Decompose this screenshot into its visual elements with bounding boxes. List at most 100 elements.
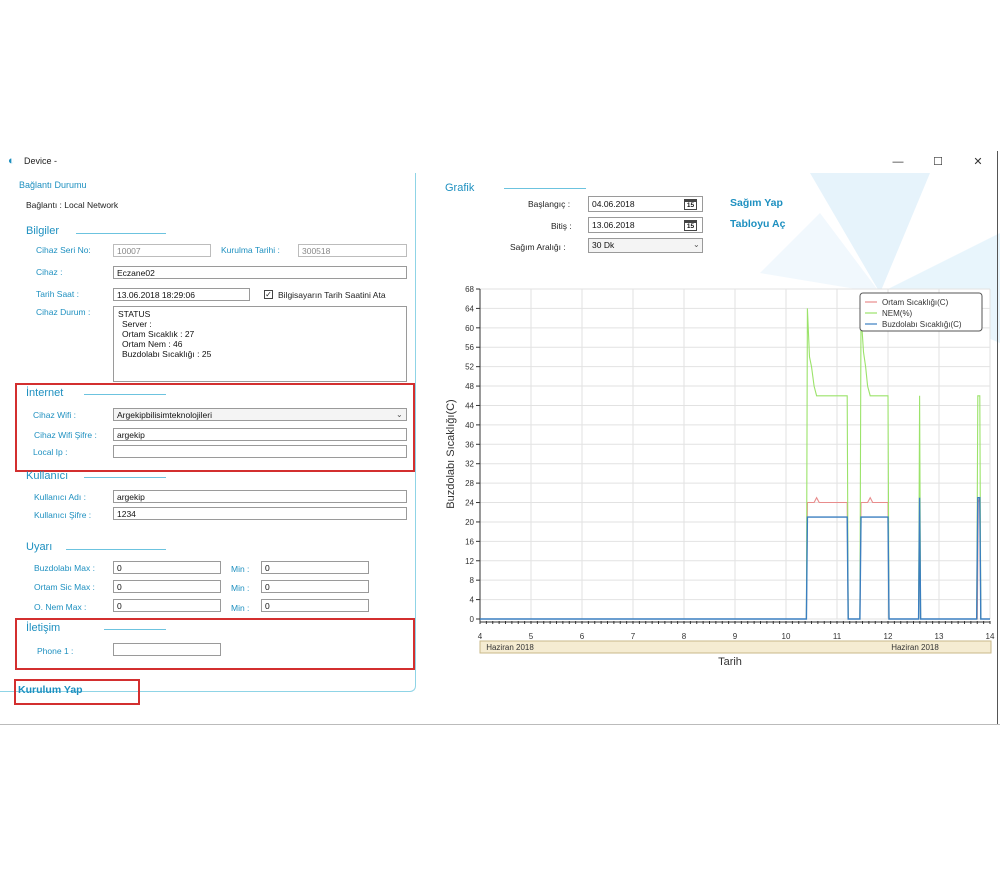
fridge-max-field[interactable]: 0 <box>113 561 221 574</box>
device-field[interactable]: Eczane02 <box>113 266 407 279</box>
fridge-min-label: Min : <box>231 564 250 574</box>
interval-select[interactable]: 30 Dk <box>588 238 703 253</box>
device-window: ◐ Device - — ☐ ✕ Bağlantı Durumu Bağlant… <box>0 151 1000 725</box>
y-tick-label: 32 <box>465 460 474 469</box>
ambient-max-label: Ortam Sic Max : <box>34 582 95 592</box>
window-edge <box>997 151 998 724</box>
month-label: Haziran 2018 <box>486 643 534 652</box>
status-line: Ortam Sıcaklık : 27 <box>122 329 195 339</box>
y-tick-label: 20 <box>465 518 474 527</box>
calendar-icon[interactable]: 15 <box>684 220 697 231</box>
window-title: Device - <box>24 156 58 166</box>
user-section-title: Kullanıcı <box>26 470 69 482</box>
install-highlight-box <box>14 679 140 705</box>
open-table-button[interactable]: Tabloyu Aç <box>730 218 785 230</box>
x-tick-label: 8 <box>682 632 687 641</box>
x-tick-label: 14 <box>986 632 995 641</box>
close-button[interactable]: ✕ <box>968 154 988 170</box>
internet-highlight-box <box>15 383 415 472</box>
section-divider <box>504 188 586 189</box>
minimize-button[interactable]: — <box>888 154 908 170</box>
app-logo-icon: ◐ <box>8 155 15 167</box>
start-date-label: Başlangıç : <box>528 199 571 209</box>
graph-section-title: Grafik <box>445 182 475 194</box>
user-password-label: Kullanıcı Şifre : <box>34 510 92 520</box>
title-bar: ◐ Device - — ☐ ✕ <box>0 151 1000 173</box>
chevron-down-icon[interactable]: ⌄ <box>693 240 700 249</box>
datetime-field[interactable]: 13.06.2018 18:29:06 <box>113 288 250 301</box>
x-tick-label: 4 <box>478 632 483 641</box>
info-section-title: Bilgiler <box>26 225 60 237</box>
y-tick-label: 4 <box>470 596 475 605</box>
y-tick-label: 60 <box>465 324 474 333</box>
status-line: Ortam Nem : 46 <box>122 339 183 349</box>
section-divider <box>76 233 166 234</box>
contact-highlight-box <box>15 618 415 670</box>
x-tick-label: 13 <box>935 632 944 641</box>
y-tick-label: 44 <box>465 401 474 410</box>
serial-label: Cihaz Seri No: <box>36 245 91 255</box>
status-line: Buzdolabı Sıcaklığı : 25 <box>122 349 212 359</box>
month-label: Haziran 2018 <box>891 643 939 652</box>
x-tick-label: 12 <box>884 632 893 641</box>
y-tick-label: 64 <box>465 304 474 313</box>
connection-status: Bağlantı : Local Network <box>26 200 119 210</box>
y-tick-label: 36 <box>465 440 474 449</box>
device-status-textarea[interactable]: STATUS Server : Ortam Sıcaklık : 27 Orta… <box>113 306 407 382</box>
humidity-min-field[interactable]: 0 <box>261 599 369 612</box>
y-tick-label: 52 <box>465 363 474 372</box>
sample-button[interactable]: Sağım Yap <box>730 197 783 209</box>
humidity-max-field[interactable]: 0 <box>113 599 221 612</box>
settings-panel: Bağlantı Durumu Bağlantı : Local Network… <box>0 173 416 692</box>
humidity-max-label: O. Nem Max : <box>34 602 87 612</box>
x-tick-label: 7 <box>631 632 636 641</box>
connection-section-title: Bağlantı Durumu <box>19 180 87 190</box>
maximize-button[interactable]: ☐ <box>928 154 948 170</box>
x-tick-label: 5 <box>529 632 534 641</box>
y-tick-label: 8 <box>470 576 475 585</box>
y-tick-label: 48 <box>465 382 474 391</box>
legend-label: Ortam Sıcaklığı(C) <box>882 298 949 307</box>
fridge-min-field[interactable]: 0 <box>261 561 369 574</box>
x-tick-label: 9 <box>733 632 738 641</box>
status-line: STATUS <box>118 309 151 319</box>
sync-datetime-label: Bilgisayarın Tarih Saatini Ata <box>278 290 386 300</box>
serial-field[interactable]: 10007 <box>113 244 211 257</box>
install-date-label: Kurulma Tarihi : <box>221 245 280 255</box>
y-tick-label: 0 <box>470 615 475 624</box>
calendar-icon[interactable]: 15 <box>684 199 697 210</box>
temperature-chart: 0481216202428323640444852566064684 5 6 7 8 9 1… <box>445 285 995 668</box>
legend-label: NEM(%) <box>882 309 913 318</box>
y-tick-label: 56 <box>465 343 474 352</box>
x-tick-label: 6 <box>580 632 585 641</box>
ambient-max-field[interactable]: 0 <box>113 580 221 593</box>
sync-datetime-checkbox[interactable]: ✓ <box>264 290 273 299</box>
y-axis-label: Buzdolabı Sıcaklığı(C) <box>445 399 457 508</box>
alerts-section-title: Uyarı <box>26 541 53 553</box>
fridge-max-label: Buzdolabı Max : <box>34 563 95 573</box>
datetime-label: Tarih Saat : <box>36 289 79 299</box>
device-label: Cihaz : <box>36 267 63 277</box>
user-password-field[interactable]: 1234 <box>113 507 407 520</box>
interval-label: Sağım Aralığı : <box>510 242 566 252</box>
x-axis-label: Tarih <box>718 656 742 668</box>
username-label: Kullanıcı Adı : <box>34 492 86 502</box>
username-field[interactable]: argekip <box>113 490 407 503</box>
y-tick-label: 68 <box>465 285 474 294</box>
install-date-field[interactable]: 300518 <box>298 244 407 257</box>
x-tick-label: 10 <box>782 632 791 641</box>
y-tick-label: 12 <box>465 557 474 566</box>
section-divider <box>66 549 166 550</box>
status-line: Server : <box>122 319 152 329</box>
y-tick-label: 28 <box>465 479 474 488</box>
ambient-min-field[interactable]: 0 <box>261 580 369 593</box>
humidity-min-label: Min : <box>231 603 250 613</box>
device-status-label: Cihaz Durum : <box>36 307 91 317</box>
end-date-label: Bitiş : <box>551 221 572 231</box>
y-tick-label: 16 <box>465 537 474 546</box>
section-divider <box>84 477 166 478</box>
y-tick-label: 24 <box>465 499 474 508</box>
y-tick-label: 40 <box>465 421 474 430</box>
x-tick-label: 11 <box>833 632 842 641</box>
legend-label: Buzdolabı Sıcaklığı(C) <box>882 320 962 329</box>
